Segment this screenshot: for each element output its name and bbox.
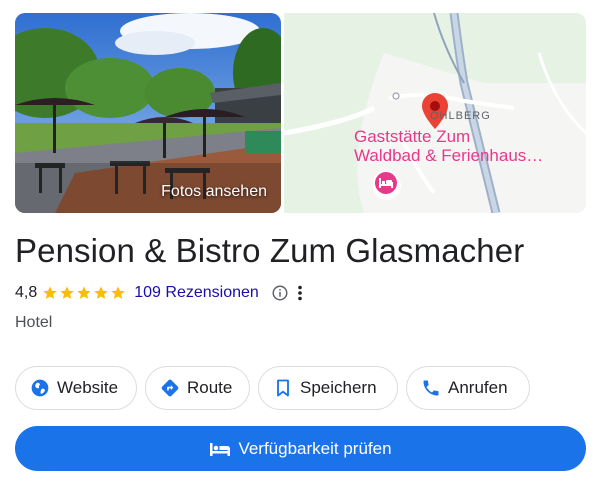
map-thumbnail[interactable]: OHLBERG Gaststätte Zum Waldbad & Ferienh… bbox=[284, 13, 586, 213]
check-availability-button[interactable]: Verfügbarkeit prüfen bbox=[15, 426, 586, 471]
lodging-marker-icon bbox=[373, 170, 399, 196]
map-poi-name-line2: Waldbad & Ferienhaus… bbox=[354, 146, 544, 165]
photos-link[interactable]: Fotos ansehen bbox=[161, 183, 267, 201]
directions-icon bbox=[161, 379, 179, 397]
star-icon bbox=[60, 286, 74, 299]
save-button-label: Speichern bbox=[300, 378, 377, 397]
star-icon bbox=[77, 286, 91, 299]
reviews-link[interactable]: 109 Rezensionen bbox=[134, 284, 259, 302]
rating-row: 4,8 109 Rezensionen bbox=[15, 283, 303, 303]
map-poi-name-line1: Gaststätte Zum bbox=[354, 127, 471, 146]
check-availability-label: Verfügbarkeit prüfen bbox=[238, 438, 392, 458]
website-button[interactable]: Website bbox=[15, 366, 137, 410]
star-icon bbox=[111, 286, 125, 299]
star-icon bbox=[94, 286, 108, 299]
more-vert-icon[interactable] bbox=[297, 285, 303, 301]
bookmark-icon bbox=[277, 379, 289, 397]
business-category: Hotel bbox=[15, 314, 53, 331]
photo-thumbnail[interactable]: Fotos ansehen bbox=[15, 13, 281, 213]
website-button-label: Website bbox=[57, 378, 119, 397]
bed-icon bbox=[210, 442, 231, 456]
info-icon[interactable] bbox=[271, 284, 289, 302]
route-button[interactable]: Route bbox=[145, 366, 250, 410]
rating-value: 4,8 bbox=[15, 284, 38, 301]
call-button[interactable]: Anrufen bbox=[406, 366, 530, 410]
call-button-label: Anrufen bbox=[448, 378, 508, 397]
map-place-label: OHLBERG bbox=[430, 110, 491, 122]
save-button[interactable]: Speichern bbox=[258, 366, 398, 410]
action-buttons: Website Route Speichern Anrufen bbox=[15, 366, 530, 410]
globe-icon bbox=[31, 379, 49, 397]
star-rating bbox=[42, 285, 126, 301]
business-name: Pension & Bistro Zum Glasmacher bbox=[15, 232, 525, 269]
star-icon bbox=[43, 286, 57, 299]
route-button-label: Route bbox=[187, 378, 233, 397]
phone-icon bbox=[423, 380, 439, 396]
